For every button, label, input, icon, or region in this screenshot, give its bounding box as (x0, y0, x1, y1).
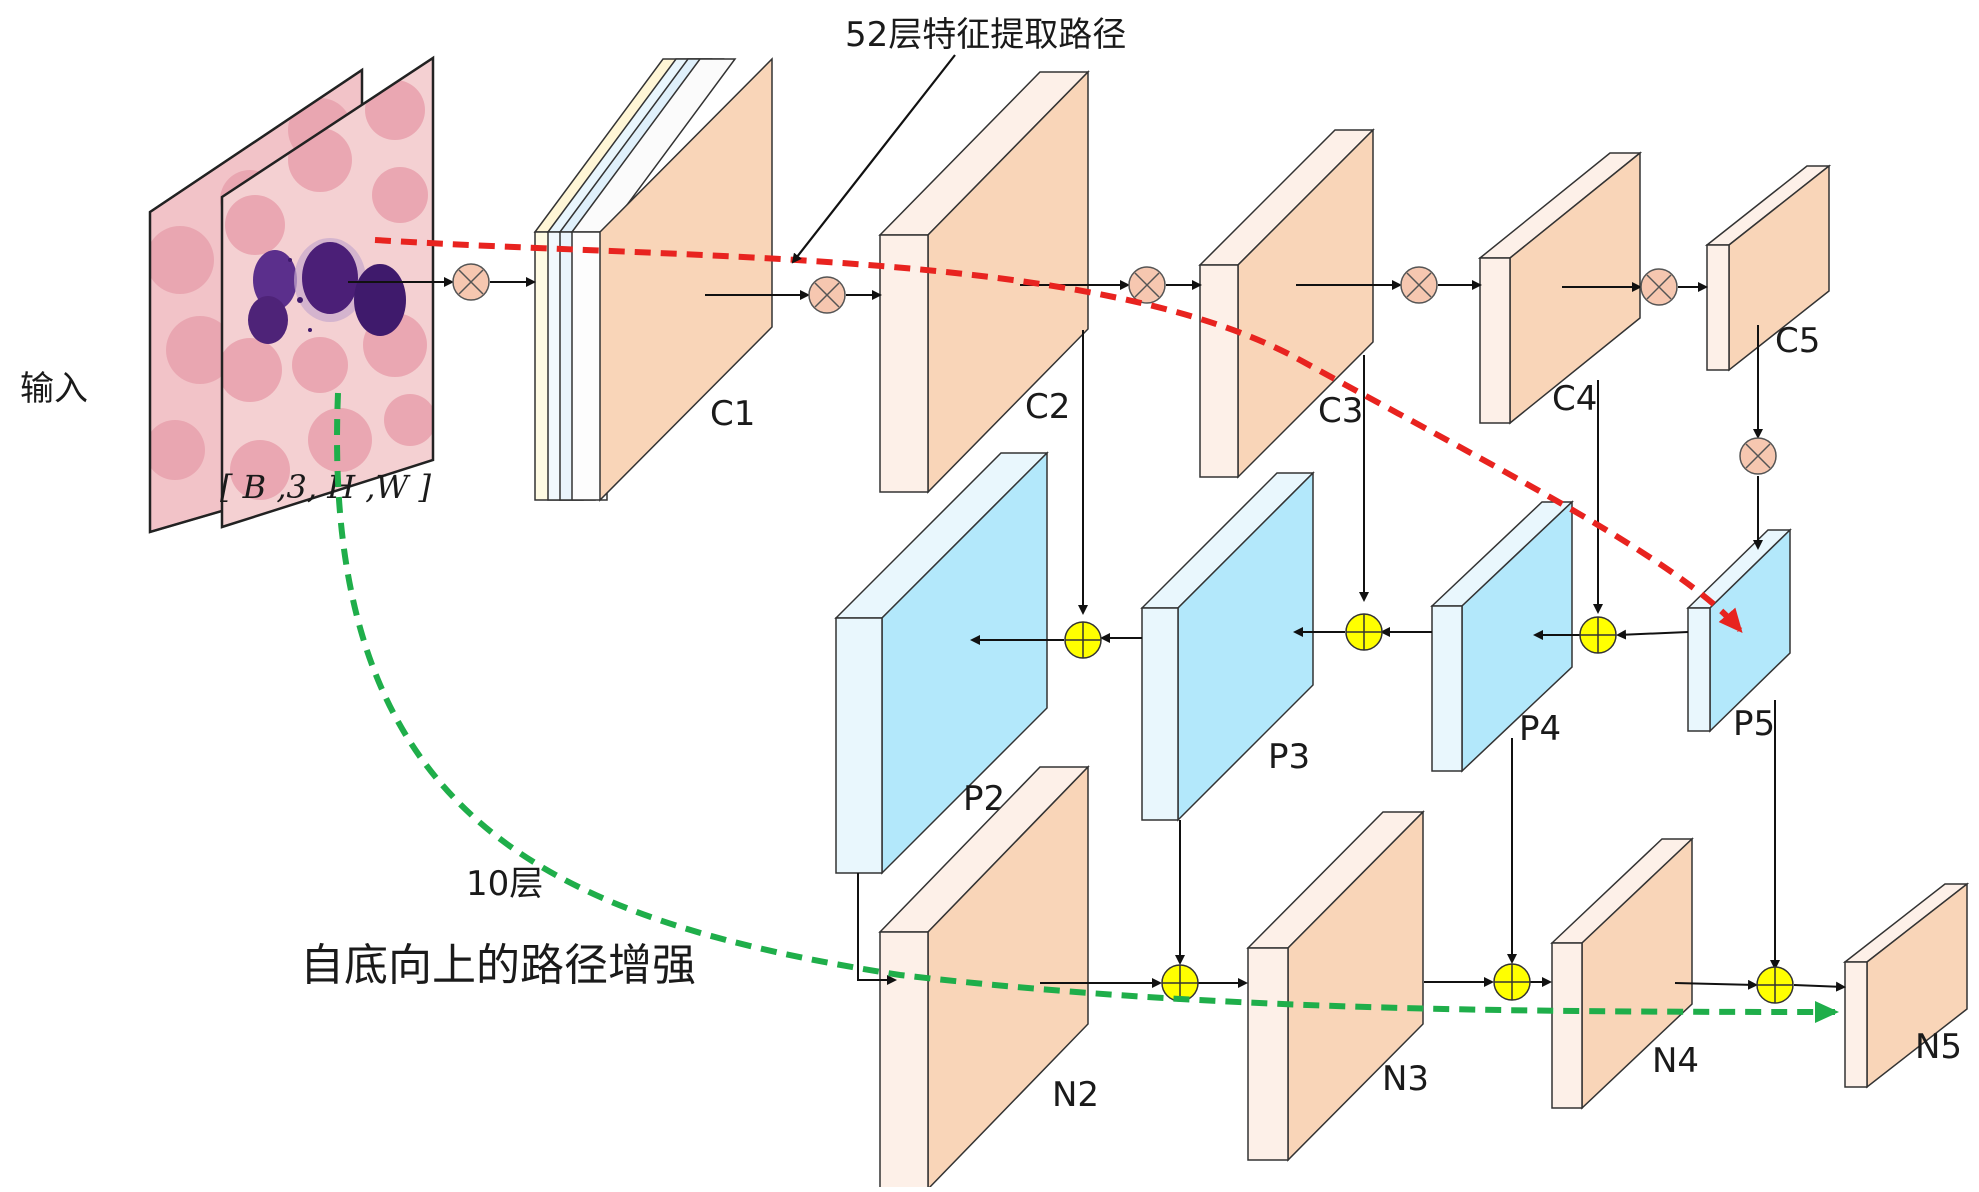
diagram-canvas: 输入 [ B ,3, H ,W ] C1 C2 C3 C4C5P2P3P4 P5N2 N… (20, 15, 1970, 1191)
circle-times-icon (1400, 266, 1438, 304)
arrow-p5-add (1616, 629, 1689, 640)
circle-times-icon (452, 263, 490, 301)
circle-plus-icon (1161, 964, 1199, 1002)
feature-blocks: C2 C3 C4C5P2P3P4 P5N2 N3 N4 N5 (834, 70, 1970, 1191)
c4-label: C4 (1552, 379, 1597, 419)
p4-block: P4 (1430, 500, 1574, 773)
n2-label: N2 (1052, 1075, 1099, 1115)
circle-plus-icon (1493, 963, 1531, 1001)
input-label: 输入 (20, 369, 88, 409)
c5-block: C5 (1704, 164, 1832, 372)
circle-times-icon (1739, 437, 1777, 475)
n4-block: N4 (1550, 837, 1699, 1110)
circle-times-icon (1640, 268, 1678, 306)
circle-times-icon (808, 276, 846, 314)
input-image-front (220, 55, 435, 529)
bottom-up-label: 自底向上的路径增强 (300, 940, 696, 991)
tensor-shape-label: [ B ,3, H ,W ] (220, 468, 432, 506)
circle-plus-icon (1579, 616, 1617, 654)
n3-block: N3 (1246, 810, 1429, 1162)
p3-label: P3 (1268, 737, 1310, 777)
n3-label: N3 (1382, 1059, 1429, 1099)
path-52-label: 52层特征提取路径 (845, 15, 1126, 55)
circle-times-icon (1128, 266, 1166, 304)
p4-label: P4 (1519, 709, 1561, 749)
c3-label: C3 (1318, 391, 1363, 431)
network-diagram: 输入 [ B ,3, H ,W ] C1 C2 C3 C4 C5 P2 P3 P4 P5 N2 N… (0, 0, 1979, 1191)
p3-block: P3 (1140, 471, 1315, 822)
p5-label: P5 (1733, 704, 1775, 744)
c2-block: C2 (878, 70, 1090, 494)
c1-label: C1 (710, 394, 755, 434)
c5-label: C5 (1775, 321, 1820, 361)
path-10-label: 10层 (466, 864, 543, 904)
circle-plus-icon (1345, 613, 1383, 651)
c2-label: C2 (1025, 387, 1070, 427)
circle-plus-icon (1756, 966, 1794, 1004)
arrow-add-n5 (1793, 981, 1846, 992)
n5-block: N5 (1842, 882, 1970, 1089)
circle-plus-icon (1064, 621, 1102, 659)
c3-block: C3 (1198, 128, 1375, 479)
n5-label: N5 (1915, 1027, 1962, 1067)
n4-label: N4 (1652, 1041, 1699, 1081)
